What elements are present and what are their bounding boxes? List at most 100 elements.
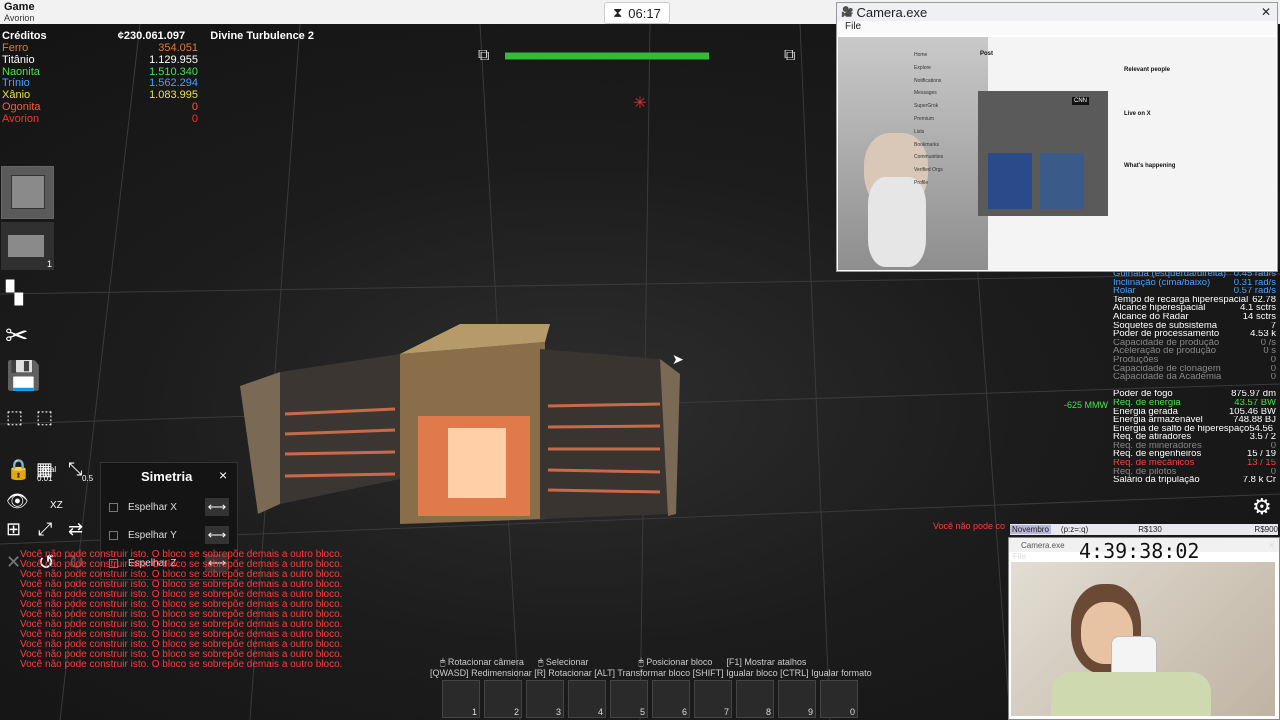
hotbar-slot[interactable]: 0: [820, 680, 858, 718]
beard-shape: [868, 177, 926, 267]
resource-row-avorion: Avorion 0: [2, 113, 314, 126]
delete-icon[interactable]: ✕: [6, 553, 21, 571]
browser-nav-item[interactable]: Messages: [914, 87, 974, 100]
hotbar-slot[interactable]: 1: [442, 680, 480, 718]
hotbar-slot[interactable]: 6: [652, 680, 690, 718]
hotbar-slot[interactable]: 9: [778, 680, 816, 718]
energy-marker: -625 MMW: [1064, 400, 1109, 410]
hotbar-slot-number: 7: [723, 707, 729, 717]
browser-nav-item[interactable]: Verified Orgs: [914, 164, 974, 177]
hotbar-slot-number: 3: [555, 707, 561, 717]
hotbar-slot[interactable]: 7: [694, 680, 732, 718]
scale-icon[interactable]: ⤡: [68, 460, 82, 478]
hotbar-slot[interactable]: 4: [568, 680, 606, 718]
stat-row: Energia de salto de hiperespaço54.56 BJ: [1113, 425, 1276, 434]
browser-nav-item[interactable]: Profile: [914, 177, 974, 190]
ship-stats-panel: Guinada (esquerda/direita) 0.45 rad/s Incl…: [1113, 270, 1276, 485]
browser-nav-item[interactable]: SuperGrok: [914, 100, 974, 113]
frame-left-icon: ⧉: [478, 47, 490, 64]
stat-row: Energia gerada 105.46 BW: [1113, 408, 1276, 417]
block-selector-button[interactable]: [1, 166, 54, 219]
select-box-icon[interactable]: ⬚: [36, 408, 53, 426]
resource-value: 1.129.955: [149, 53, 198, 66]
mirror-x-arrow-icon[interactable]: ⟷: [205, 498, 229, 516]
window-subtitle: Avorion: [4, 13, 35, 23]
select-area-icon[interactable]: ⬚: [6, 408, 23, 426]
hint-keys: [QWASD] Redimensionar [R] Rotacionar [AL…: [430, 668, 872, 678]
paint-spray-icon[interactable]: ▚: [6, 282, 23, 304]
stat-value: 748.88 BJ: [1233, 416, 1276, 425]
mirror-x-option[interactable]: Espelhar X ⟷: [109, 497, 233, 517]
news-badge: CNN: [1072, 97, 1089, 105]
template-button[interactable]: 1: [1, 222, 54, 270]
browser-nav-item[interactable]: Home: [914, 49, 974, 62]
error-message: Você não pode construir isto. O bloco se…: [20, 659, 343, 670]
save-icon[interactable]: 💾: [6, 362, 41, 390]
layout-icon[interactable]: ⊞: [6, 520, 21, 538]
stat-value: 43.57 BW: [1234, 398, 1276, 408]
camera-title: Camera.exe: [856, 4, 928, 20]
axis-label: XZ: [50, 500, 63, 511]
hotbar-slot[interactable]: 3: [526, 680, 564, 718]
stat-row: Aceleração de produção 0 s: [1113, 347, 1276, 356]
svg-text:✳: ✳: [633, 95, 646, 112]
controls-hints: 🖱 Rotacionar câmera 🖱 Selecionar 🖱 Posic…: [430, 657, 872, 678]
transform-icon[interactable]: ⤢: [38, 520, 52, 538]
browser-nav-item[interactable]: Notifications: [914, 75, 974, 88]
stat-row: Soquetes de subsistema 7: [1113, 322, 1276, 331]
lock-icon[interactable]: 🔒: [6, 460, 31, 480]
stat-label: Alcance do Radar: [1113, 312, 1189, 322]
camera2-close-button[interactable]: ✕: [1268, 541, 1275, 550]
browser-nav-item[interactable]: Premium: [914, 113, 974, 126]
stat-row: Energia armazenável 748.88 BJ: [1113, 416, 1276, 425]
stat-row: Capacidade de clonagem 0: [1113, 365, 1276, 374]
browser-nav-item[interactable]: Lists: [914, 126, 974, 139]
stat-label: Req. de energia: [1113, 398, 1181, 408]
stat-row: Capacidade de produção 0 /s: [1113, 339, 1276, 348]
stat-row: Poder de fogo 875.97 dm: [1113, 390, 1276, 399]
grid-label: Local 0.01: [37, 465, 56, 483]
stat-row: Poder de processamento 4.53 k: [1113, 330, 1276, 339]
camera-menu-file[interactable]: File: [837, 21, 1277, 35]
mirror-y-option[interactable]: Espelhar Y ⟷: [109, 525, 233, 545]
error-log: Você não pode construir isto. O bloco se…: [20, 550, 342, 670]
hotbar-slot[interactable]: 8: [736, 680, 774, 718]
stat-label: Salário da tripulação: [1113, 476, 1200, 485]
swap-icon[interactable]: ⇄: [68, 520, 83, 538]
eye-icon[interactable]: 👁: [6, 492, 29, 510]
mode-label: (p:z=:q): [1060, 525, 1089, 534]
browser-nav-item[interactable]: Explore: [914, 62, 974, 75]
frame-right-icon: ⧉: [784, 47, 796, 64]
timer-widget[interactable]: ⧗ 06:17: [604, 2, 670, 24]
grid-value: 0.01: [37, 474, 53, 483]
camera-close-button[interactable]: ✕: [1261, 5, 1271, 19]
tools-icon[interactable]: ✂: [5, 322, 28, 350]
camera2-video-feed: [1011, 562, 1275, 716]
browser-nav-item[interactable]: Bookmarks: [914, 139, 974, 152]
stat-row: Req. de mecânicos 13 / 15: [1113, 459, 1276, 468]
stat-row: Produções 0: [1113, 356, 1276, 365]
block-cube-icon: [11, 175, 45, 209]
hotbar-slot[interactable]: 5: [610, 680, 648, 718]
symmetry-close-button[interactable]: ×: [219, 467, 227, 483]
stat-row: Inclinação (cima/baixo) 0.31 rad/s: [1113, 279, 1276, 288]
mirror-y-checkbox[interactable]: [109, 530, 118, 540]
camera-window[interactable]: 🎥 Camera.exe ✕ File Home Explore Notificat…: [836, 2, 1278, 272]
stat-row: Req. de engenheiros 15 / 19: [1113, 450, 1276, 459]
mirror-x-checkbox[interactable]: [109, 502, 118, 512]
stat-label: Capacidade de clonagem: [1113, 364, 1221, 374]
mirror-y-arrow-icon[interactable]: ⟷: [205, 526, 229, 544]
hotbar-slot[interactable]: 2: [484, 680, 522, 718]
browser-nav-item[interactable]: Communities: [914, 151, 974, 164]
stream-timer: 4:39:38:02: [1079, 539, 1200, 563]
stat-label: Capacidade de produção: [1113, 338, 1220, 348]
stat-row: Req. de atiradores 3.5 / 2: [1113, 433, 1276, 442]
resource-panel: Créditos ¢230.061.097 Divine Turbulence …: [2, 30, 314, 126]
stat-value: 0.31 rad/s: [1233, 278, 1276, 288]
hotbar-slot-number: 8: [765, 707, 771, 717]
stat-value: 4.1 sctrs: [1240, 304, 1276, 313]
stat-row: Salário da tripulação 7.8 k Cr: [1113, 476, 1276, 485]
stat-label: Poder de fogo: [1113, 390, 1173, 399]
settings-gear-icon[interactable]: ⚙: [1252, 494, 1272, 520]
camera-window-2[interactable]: Camera.exe ✕ File 4:39:38:02: [1008, 537, 1280, 720]
